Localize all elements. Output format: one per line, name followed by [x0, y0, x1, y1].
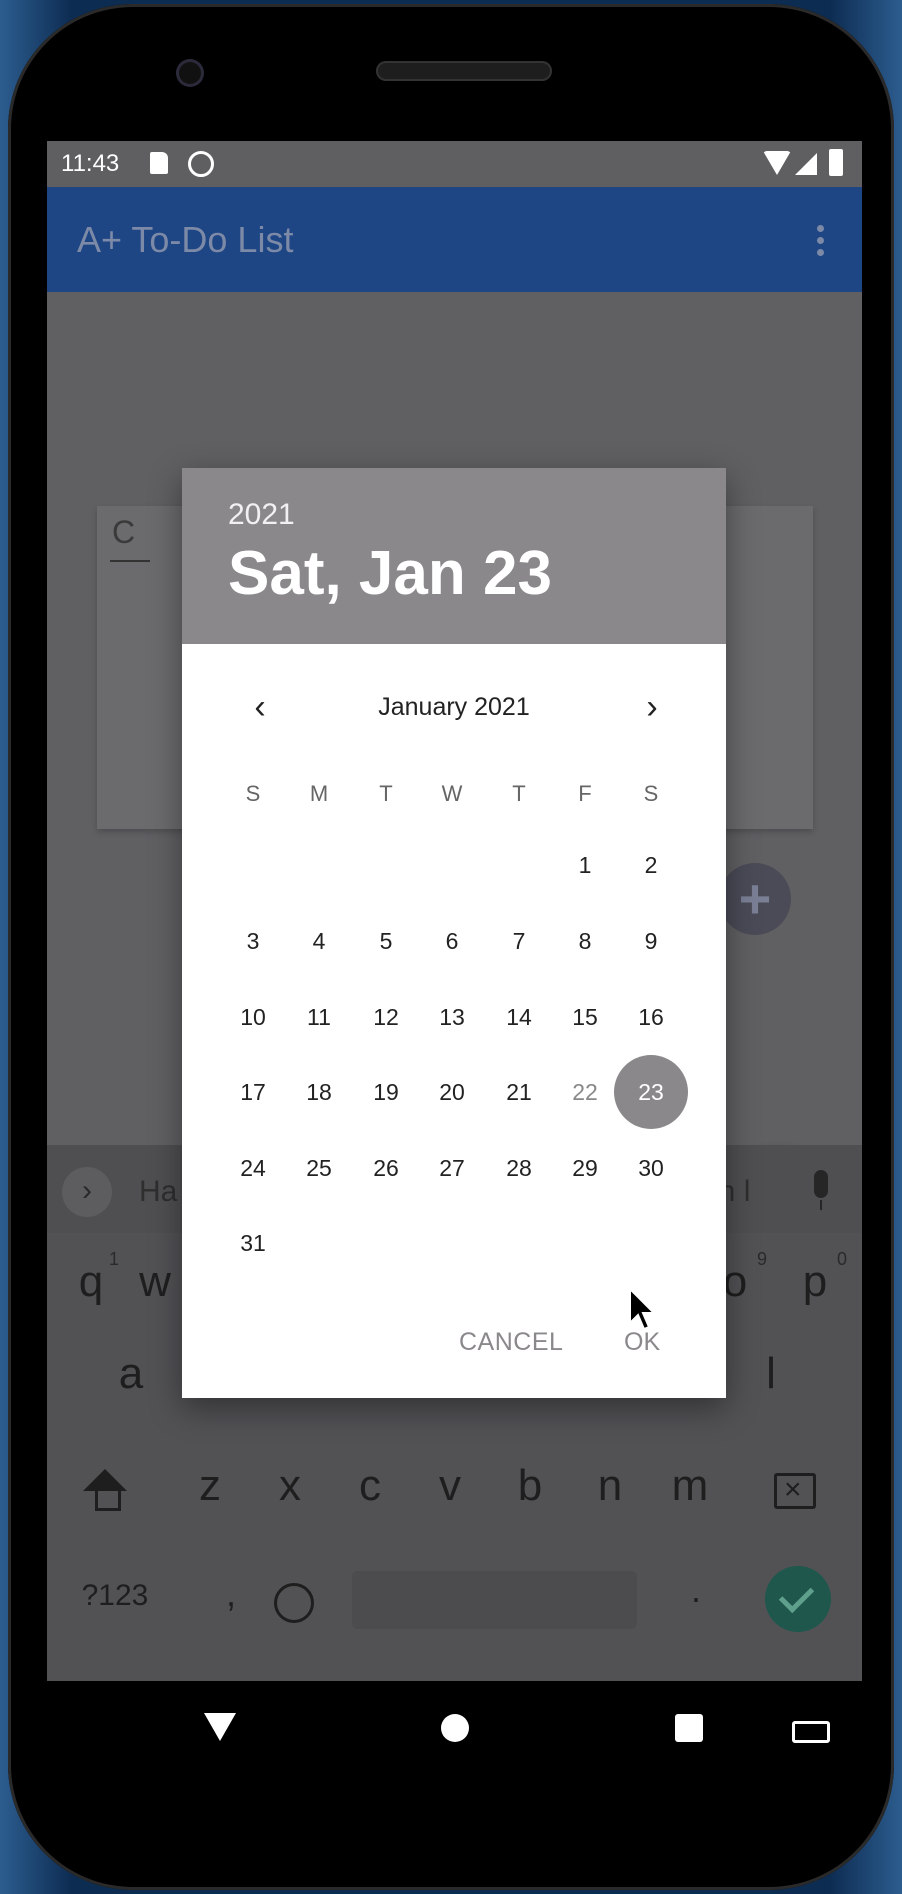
period-key[interactable]: .: [666, 1569, 726, 1611]
key-w[interactable]: w: [125, 1257, 185, 1307]
weekday-header: T: [512, 781, 526, 806]
weekday-header: S: [643, 781, 659, 806]
add-task-button[interactable]: +: [719, 863, 791, 935]
weekday-header: W: [441, 781, 463, 806]
weekday-header: F: [578, 781, 592, 806]
date-picker-header: 2021 Sat, Jan 23: [182, 468, 726, 644]
calendar-day[interactable]: 24: [220, 1135, 286, 1201]
weekday-header: M: [309, 781, 329, 806]
key-p[interactable]: p: [785, 1257, 845, 1307]
calendar-day[interactable]: 31: [220, 1210, 286, 1276]
sync-icon: [188, 151, 214, 177]
weekday-header: T: [379, 781, 393, 806]
key-b[interactable]: b: [500, 1461, 560, 1511]
task-input-field[interactable]: C: [112, 514, 135, 551]
cancel-button[interactable]: CANCEL: [459, 1328, 563, 1357]
backspace-icon[interactable]: ×: [774, 1473, 816, 1509]
suggestion-left[interactable]: Ha: [139, 1175, 177, 1209]
chevron-right-icon[interactable]: ›: [634, 688, 670, 727]
front-camera: [176, 59, 204, 87]
key-n[interactable]: n: [580, 1461, 640, 1511]
key-v[interactable]: v: [420, 1461, 480, 1511]
calendar-day[interactable]: 30: [618, 1135, 684, 1201]
calendar-day[interactable]: 12: [353, 984, 419, 1050]
space-key[interactable]: [352, 1571, 637, 1629]
calendar-day[interactable]: 3: [220, 908, 286, 974]
calendar-day[interactable]: 20: [419, 1059, 485, 1125]
calendar-day[interactable]: 5: [353, 908, 419, 974]
home-icon[interactable]: [441, 1714, 469, 1742]
comma-key[interactable]: ,: [201, 1573, 261, 1615]
back-icon[interactable]: [204, 1713, 236, 1741]
earpiece-speaker: [376, 61, 552, 81]
key-x[interactable]: x: [260, 1461, 320, 1511]
calendar-day[interactable]: 29: [552, 1135, 618, 1201]
calendar-day[interactable]: 1: [552, 832, 618, 898]
sd-card-icon: [150, 152, 168, 174]
calendar-day[interactable]: 6: [419, 908, 485, 974]
status-bar: 11:43: [47, 141, 862, 187]
calendar-day[interactable]: 11: [286, 984, 352, 1050]
calendar-day[interactable]: 14: [486, 984, 552, 1050]
calendar-day-today[interactable]: 22: [552, 1059, 618, 1125]
calendar-day[interactable]: 2: [618, 832, 684, 898]
calendar-day[interactable]: 13: [419, 984, 485, 1050]
keyboard-switch-icon[interactable]: [792, 1721, 830, 1743]
shift-icon-stem: [95, 1490, 121, 1511]
calendar-day[interactable]: 8: [552, 908, 618, 974]
symbols-key[interactable]: ?123: [65, 1579, 165, 1613]
key-q[interactable]: q: [61, 1257, 121, 1307]
date-picker-dialog: 2021 Sat, Jan 23 ‹ January 2021 › S M T …: [182, 468, 726, 1398]
year-label[interactable]: 2021: [228, 498, 295, 532]
chevron-right-icon[interactable]: ›: [62, 1167, 112, 1217]
calendar-day[interactable]: 21: [486, 1059, 552, 1125]
wifi-icon: [763, 151, 791, 175]
key-z[interactable]: z: [180, 1461, 240, 1511]
app-title: A+ To-Do List: [77, 219, 294, 260]
selected-date-label: Sat, Jan 23: [228, 539, 552, 608]
recents-icon[interactable]: [675, 1714, 703, 1742]
calendar-day[interactable]: 7: [486, 908, 552, 974]
calendar-day[interactable]: 19: [353, 1059, 419, 1125]
calendar-day[interactable]: 4: [286, 908, 352, 974]
check-icon: [778, 1577, 815, 1614]
ok-button[interactable]: OK: [624, 1328, 660, 1357]
overflow-menu-icon[interactable]: [817, 225, 825, 259]
app-bar: A+ To-Do List: [47, 187, 862, 292]
calendar-day[interactable]: 10: [220, 984, 286, 1050]
key-a[interactable]: a: [101, 1349, 161, 1399]
status-time: 11:43: [61, 150, 120, 177]
calendar-day[interactable]: 15: [552, 984, 618, 1050]
shift-icon[interactable]: [83, 1469, 127, 1491]
navigation-bar: [47, 1681, 862, 1776]
battery-icon: [829, 149, 843, 176]
calendar-day[interactable]: 26: [353, 1135, 419, 1201]
plus-icon: +: [738, 867, 772, 930]
key-c[interactable]: c: [340, 1461, 400, 1511]
calendar-day[interactable]: 25: [286, 1135, 352, 1201]
emoji-icon[interactable]: [274, 1583, 314, 1623]
key-m[interactable]: m: [660, 1461, 720, 1511]
signal-icon: [795, 153, 817, 175]
calendar-day[interactable]: 27: [419, 1135, 485, 1201]
weekday-header: S: [245, 781, 261, 806]
calendar-day[interactable]: 28: [486, 1135, 552, 1201]
calendar-day-selected[interactable]: 23: [614, 1055, 688, 1129]
calendar-day[interactable]: 18: [286, 1059, 352, 1125]
calendar-day[interactable]: 17: [220, 1059, 286, 1125]
microphone-icon[interactable]: [814, 1170, 828, 1210]
calendar-day[interactable]: 9: [618, 908, 684, 974]
task-input-underline: [110, 560, 150, 562]
enter-key[interactable]: [765, 1566, 831, 1632]
calendar-day[interactable]: 16: [618, 984, 684, 1050]
key-l[interactable]: l: [741, 1349, 801, 1399]
